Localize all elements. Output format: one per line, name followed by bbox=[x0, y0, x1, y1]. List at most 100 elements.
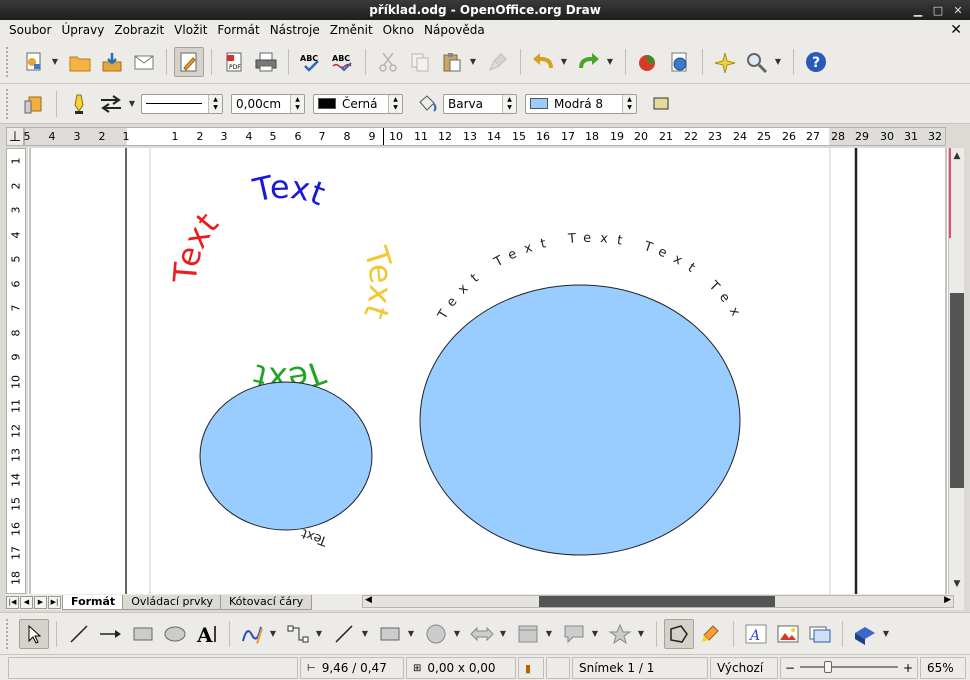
connector-tool-button[interactable] bbox=[283, 619, 313, 649]
chart-button[interactable] bbox=[633, 47, 663, 77]
area-color-spin[interactable]: ▲ ▼ bbox=[622, 94, 636, 113]
lines-arrows-button[interactable] bbox=[329, 619, 359, 649]
line-button[interactable] bbox=[64, 89, 94, 119]
callouts-dropdown[interactable]: ▼ bbox=[590, 629, 600, 638]
basic-shapes-dropdown[interactable]: ▼ bbox=[406, 629, 416, 638]
arrow-style-dropdown[interactable]: ▼ bbox=[127, 99, 137, 108]
copy-button[interactable] bbox=[405, 47, 435, 77]
undo-button[interactable] bbox=[528, 47, 558, 77]
zoom-knob[interactable] bbox=[824, 661, 832, 673]
menu-okno[interactable]: Okno bbox=[378, 23, 419, 37]
block-arrows-button[interactable] bbox=[467, 619, 497, 649]
minimize-icon[interactable]: ▁ bbox=[910, 2, 926, 18]
open-button[interactable] bbox=[65, 47, 95, 77]
horizontal-scroll-thumb[interactable] bbox=[539, 596, 775, 607]
zoom-dropdown[interactable]: ▼ bbox=[773, 57, 783, 66]
glue-point-button[interactable] bbox=[696, 619, 726, 649]
last-tab-icon[interactable]: ▶| bbox=[48, 595, 61, 609]
first-tab-icon[interactable]: |◀ bbox=[6, 595, 19, 609]
area-button[interactable] bbox=[412, 89, 442, 119]
gallery-button[interactable] bbox=[805, 619, 835, 649]
area-style-spin[interactable]: ▲ ▼ bbox=[502, 94, 516, 113]
menu-zmenit[interactable]: Změnit bbox=[325, 23, 378, 37]
print-button[interactable] bbox=[251, 47, 281, 77]
line-tool-button[interactable] bbox=[64, 619, 94, 649]
large-ellipse[interactable] bbox=[419, 284, 741, 556]
zoom-slider[interactable]: − + bbox=[780, 657, 918, 679]
style-button[interactable] bbox=[19, 89, 49, 119]
menu-format[interactable]: Formát bbox=[212, 23, 264, 37]
line-width-field[interactable]: 0,00cm ▲ ▼ bbox=[231, 93, 305, 114]
zoom-in-icon[interactable]: + bbox=[903, 661, 913, 675]
scroll-up-icon[interactable]: ▲ bbox=[951, 150, 963, 162]
paste-dropdown[interactable]: ▼ bbox=[468, 57, 478, 66]
flowchart-dropdown[interactable]: ▼ bbox=[544, 629, 554, 638]
spellcheck-button[interactable]: ABC bbox=[296, 47, 326, 77]
connector-dropdown[interactable]: ▼ bbox=[314, 629, 324, 638]
vertical-scrollbar[interactable]: ▲ ▼ bbox=[948, 148, 964, 594]
fontwork-button[interactable]: A bbox=[741, 619, 771, 649]
horizontal-ruler[interactable]: 5 4 3 2 1 1 2 3 4 5 6 7 8 9 10 11 12 13 14 15 16 17 18 19 20 21 22… bbox=[24, 127, 946, 146]
tab-format[interactable]: Formát bbox=[62, 594, 125, 610]
new-document-button[interactable] bbox=[19, 47, 49, 77]
cut-button[interactable] bbox=[373, 47, 403, 77]
menu-soubor[interactable]: Soubor bbox=[4, 23, 56, 37]
callouts-button[interactable] bbox=[559, 619, 589, 649]
status-zoom[interactable]: 65% bbox=[920, 657, 966, 679]
vertical-scroll-thumb[interactable] bbox=[950, 293, 964, 488]
undo-dropdown[interactable]: ▼ bbox=[559, 57, 569, 66]
curve-dropdown[interactable]: ▼ bbox=[268, 629, 278, 638]
line-color-select[interactable]: Černá ▲ ▼ bbox=[313, 93, 403, 114]
zoom-button[interactable] bbox=[742, 47, 772, 77]
ruler-corner[interactable]: ⊥ bbox=[6, 127, 24, 146]
insert-image-button[interactable] bbox=[773, 619, 803, 649]
menu-upravy[interactable]: Úpravy bbox=[56, 23, 109, 37]
zoom-track[interactable] bbox=[800, 666, 898, 668]
horizontal-scrollbar[interactable]: ◀ ▶ bbox=[362, 595, 954, 608]
vertical-ruler[interactable]: 1 2 3 4 5 6 7 8 9 10 11 12 13 14 15 16 17 18 bbox=[6, 148, 26, 594]
tab-dimension-lines[interactable]: Kótovací čáry bbox=[220, 594, 313, 610]
symbol-shapes-dropdown[interactable]: ▼ bbox=[452, 629, 462, 638]
line-style-select[interactable]: ▲ ▼ bbox=[141, 93, 223, 114]
menu-vlozit[interactable]: Vložit bbox=[169, 23, 212, 37]
paste-button[interactable] bbox=[437, 47, 467, 77]
curve-tool-button[interactable] bbox=[237, 619, 267, 649]
navigator-button[interactable] bbox=[665, 47, 695, 77]
curved-text-red[interactable]: Text bbox=[166, 205, 226, 285]
curved-text-yellow[interactable]: Text bbox=[356, 241, 400, 323]
toolbar-grip[interactable] bbox=[6, 46, 12, 77]
ellipse-tool-button[interactable] bbox=[160, 619, 190, 649]
status-signature[interactable] bbox=[546, 657, 570, 679]
new-dropdown[interactable]: ▼ bbox=[50, 57, 60, 66]
line-color-spin[interactable]: ▲ ▼ bbox=[388, 94, 402, 113]
small-ellipse-text[interactable]: Text bbox=[300, 525, 331, 548]
redo-dropdown[interactable]: ▼ bbox=[605, 57, 615, 66]
drawing-canvas[interactable]: Text Text Text Text Text Text Text Text … bbox=[28, 148, 948, 594]
points-button[interactable] bbox=[664, 618, 694, 649]
save-button[interactable] bbox=[97, 47, 127, 77]
area-style-select[interactable]: Barva ▲ ▼ bbox=[443, 93, 517, 114]
scroll-down-icon[interactable]: ▼ bbox=[951, 578, 963, 590]
extrusion-button[interactable] bbox=[850, 619, 880, 649]
tab-controls[interactable]: Ovládací prvky bbox=[122, 594, 222, 610]
menu-zobrazit[interactable]: Zobrazit bbox=[109, 23, 169, 37]
export-pdf-button[interactable]: PDF bbox=[219, 47, 249, 77]
basic-shapes-button[interactable] bbox=[375, 619, 405, 649]
zoom-out-icon[interactable]: − bbox=[785, 661, 795, 675]
scroll-left-icon[interactable]: ◀ bbox=[365, 595, 372, 605]
close-window-icon[interactable]: ✕ bbox=[950, 2, 966, 18]
next-tab-icon[interactable]: ▶ bbox=[34, 595, 47, 609]
status-modified[interactable]: ▮ bbox=[518, 657, 544, 679]
line-width-spin[interactable]: ▲ ▼ bbox=[290, 94, 304, 113]
menu-napoveda[interactable]: Nápověda bbox=[419, 23, 490, 37]
arrow-tool-button[interactable] bbox=[96, 619, 126, 649]
menu-nastroje[interactable]: Nástroje bbox=[265, 23, 325, 37]
shadow-button[interactable] bbox=[646, 89, 676, 119]
block-arrows-dropdown[interactable]: ▼ bbox=[498, 629, 508, 638]
stars-dropdown[interactable]: ▼ bbox=[636, 629, 646, 638]
maximize-icon[interactable]: □ bbox=[930, 2, 946, 18]
drawing-svg[interactable]: Text Text Text Text Text Text Text Text … bbox=[28, 148, 948, 594]
close-document-icon[interactable]: ✕ bbox=[950, 22, 962, 38]
toolbar-grip-3[interactable] bbox=[6, 618, 12, 649]
redo-button[interactable] bbox=[574, 47, 604, 77]
